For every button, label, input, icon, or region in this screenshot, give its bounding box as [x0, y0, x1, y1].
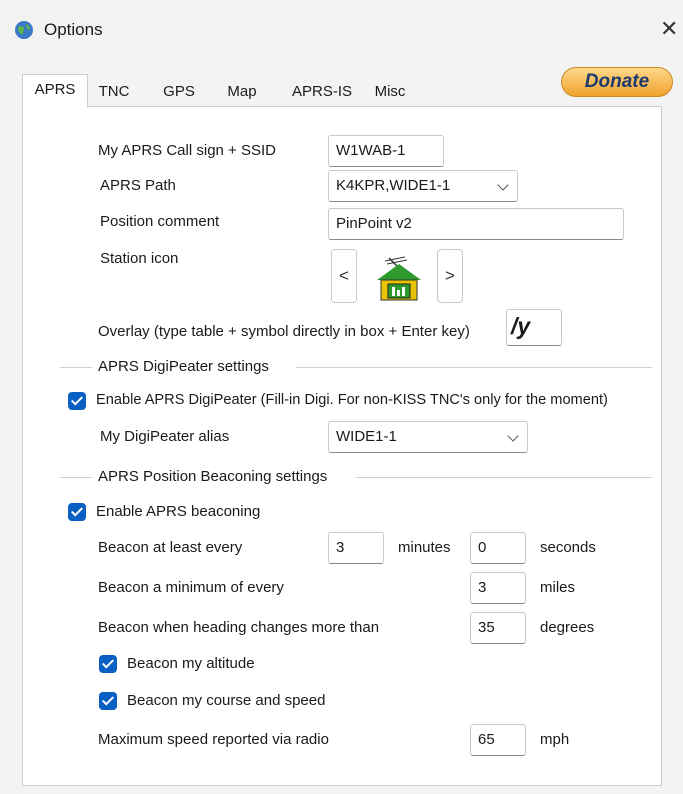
seconds-unit: seconds [540, 539, 596, 556]
path-select[interactable]: K4KPR,WIDE1-1 [328, 170, 518, 202]
tab-gps[interactable]: GPS [152, 78, 206, 106]
enable-digipeater-label: Enable APRS DigiPeater (Fill-in Digi. Fo… [96, 392, 608, 408]
chevron-down-icon [507, 430, 519, 442]
beacon-course-speed-checkbox[interactable] [99, 692, 117, 710]
tab-tnc[interactable]: TNC [90, 78, 138, 106]
beacon-miles-input[interactable]: 3 [470, 572, 526, 604]
path-select-value: K4KPR,WIDE1-1 [336, 177, 451, 194]
group-divider [296, 367, 652, 368]
station-icon-label: Station icon [100, 250, 179, 267]
beacon-course-speed-label: Beacon my course and speed [127, 692, 326, 709]
group-divider [60, 367, 92, 368]
digi-alias-select[interactable]: WIDE1-1 [328, 421, 528, 453]
tab-map[interactable]: Map [218, 78, 266, 106]
beacon-min-every-label: Beacon a minimum of every [98, 579, 284, 596]
heading-change-label: Beacon when heading changes more than [98, 619, 380, 636]
digi-alias-label: My DigiPeater alias [100, 428, 230, 445]
beacon-every-label: Beacon at least every [98, 539, 243, 556]
heading-degrees-input[interactable]: 35 [470, 612, 526, 644]
tab-aprs[interactable]: APRS [22, 74, 88, 108]
beacon-altitude-label: Beacon my altitude [127, 655, 255, 672]
tab-aprs-is[interactable]: APRS-IS [284, 78, 360, 106]
app-globe-icon [15, 21, 33, 39]
group-divider [356, 477, 652, 478]
max-speed-input[interactable]: 65 [470, 724, 526, 756]
house-antenna-icon [377, 256, 421, 301]
chevron-down-icon [497, 179, 509, 191]
comment-input[interactable]: PinPoint v2 [328, 208, 624, 240]
comment-label: Position comment [100, 213, 220, 230]
donate-button[interactable]: Donate [561, 67, 673, 97]
miles-unit: miles [540, 579, 576, 596]
tab-misc[interactable]: Misc [366, 78, 414, 106]
callsign-input[interactable]: W1WAB-1 [328, 135, 444, 167]
beacon-minutes-input[interactable]: 3 [328, 532, 384, 564]
overlay-label: Overlay (type table + symbol directly in… [98, 323, 470, 340]
minutes-unit: minutes [398, 539, 451, 556]
mph-unit: mph [540, 731, 570, 748]
path-label: APRS Path [100, 177, 176, 194]
close-icon[interactable]: ✕ [660, 16, 678, 42]
window-title: Options [44, 20, 103, 39]
digipeater-group-title: APRS DigiPeater settings [98, 358, 269, 375]
callsign-label: My APRS Call sign + SSID [98, 142, 276, 159]
degrees-unit: degrees [540, 619, 595, 636]
max-speed-label: Maximum speed reported via radio [98, 731, 329, 748]
beacon-seconds-input[interactable]: 0 [470, 532, 526, 564]
beacon-altitude-checkbox[interactable] [99, 655, 117, 673]
enable-digipeater-checkbox[interactable] [68, 392, 86, 410]
prev-icon-button[interactable]: < [331, 249, 357, 303]
beaconing-group-title: APRS Position Beaconing settings [98, 468, 328, 485]
next-icon-button[interactable]: > [437, 249, 463, 303]
enable-beaconing-label: Enable APRS beaconing [96, 503, 261, 520]
enable-beaconing-checkbox[interactable] [68, 503, 86, 521]
group-divider [60, 477, 92, 478]
digi-alias-value: WIDE1-1 [336, 428, 397, 445]
overlay-input[interactable]: /y [506, 309, 562, 346]
